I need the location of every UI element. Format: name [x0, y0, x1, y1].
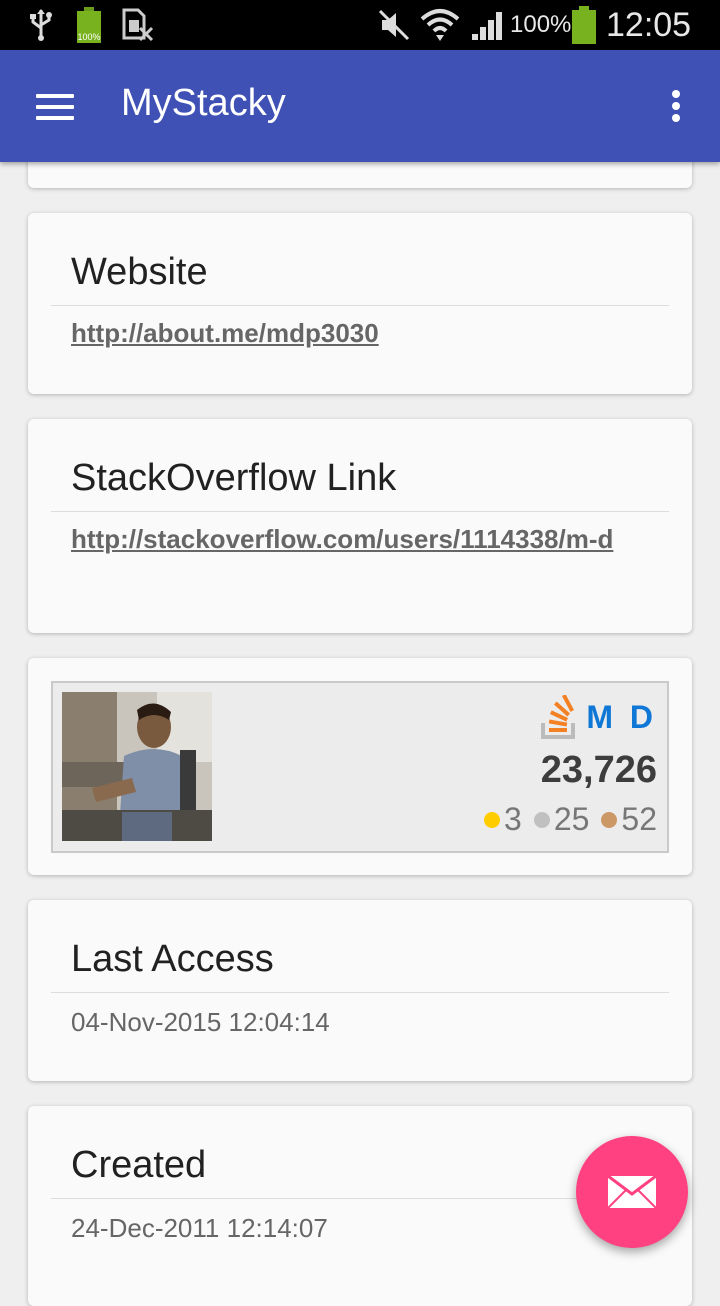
status-bar: 100% 100% 12:05 — [0, 0, 720, 50]
send-email-button[interactable] — [576, 1136, 688, 1248]
last-access-card: Last Access 04-Nov-2015 12:04:14 — [28, 900, 692, 1081]
silver-badge-icon — [533, 811, 550, 828]
signal-icon — [470, 0, 506, 50]
clock: 12:05 — [606, 5, 692, 44]
last-access-value: 04-Nov-2015 12:04:14 — [71, 1007, 330, 1037]
created-title: Created — [71, 1144, 207, 1186]
usb-icon — [28, 0, 54, 50]
stackoverflow-logo-icon — [539, 694, 579, 741]
wifi-icon — [420, 0, 460, 50]
battery-icon — [571, 0, 597, 50]
app-bar: MyStacky — [0, 50, 720, 162]
flair-username: M D — [586, 699, 657, 735]
divider — [51, 511, 669, 512]
avatar — [62, 692, 212, 841]
svg-text:100%: 100% — [77, 32, 100, 42]
bronze-count: 52 — [621, 801, 657, 837]
stackoverflow-title: StackOverflow Link — [71, 457, 397, 499]
stackoverflow-flair[interactable]: M D 23,726 3 25 52 — [51, 681, 669, 853]
last-access-title: Last Access — [71, 938, 274, 980]
stackoverflow-link[interactable]: http://stackoverflow.com/users/1114338/m… — [71, 523, 661, 556]
stackoverflow-card: StackOverflow Link http://stackoverflow.… — [28, 419, 692, 633]
bronze-badge-icon — [601, 811, 618, 828]
more-options-icon[interactable] — [664, 86, 688, 126]
divider — [51, 992, 669, 993]
app-title: MyStacky — [121, 82, 286, 124]
gold-badge-icon — [484, 811, 501, 828]
website-card: Website http://about.me/mdp3030 — [28, 213, 692, 394]
gold-count: 3 — [504, 801, 522, 837]
menu-icon[interactable] — [36, 90, 76, 124]
mail-icon — [607, 1175, 657, 1209]
flair-card: M D 23,726 3 25 52 — [28, 658, 692, 875]
silver-count: 25 — [553, 801, 590, 837]
website-link[interactable]: http://about.me/mdp3030 — [71, 317, 661, 350]
battery-small-icon: 100% — [74, 0, 104, 50]
reputation: 23,726 — [540, 749, 657, 791]
created-value: 24-Dec-2011 12:14:07 — [71, 1213, 328, 1243]
mute-icon — [378, 0, 410, 50]
sim-off-icon — [122, 0, 154, 50]
badges: 3 25 52 — [472, 801, 657, 838]
battery-percent: 100% — [510, 11, 572, 38]
website-title: Website — [71, 251, 208, 293]
divider — [51, 305, 669, 306]
